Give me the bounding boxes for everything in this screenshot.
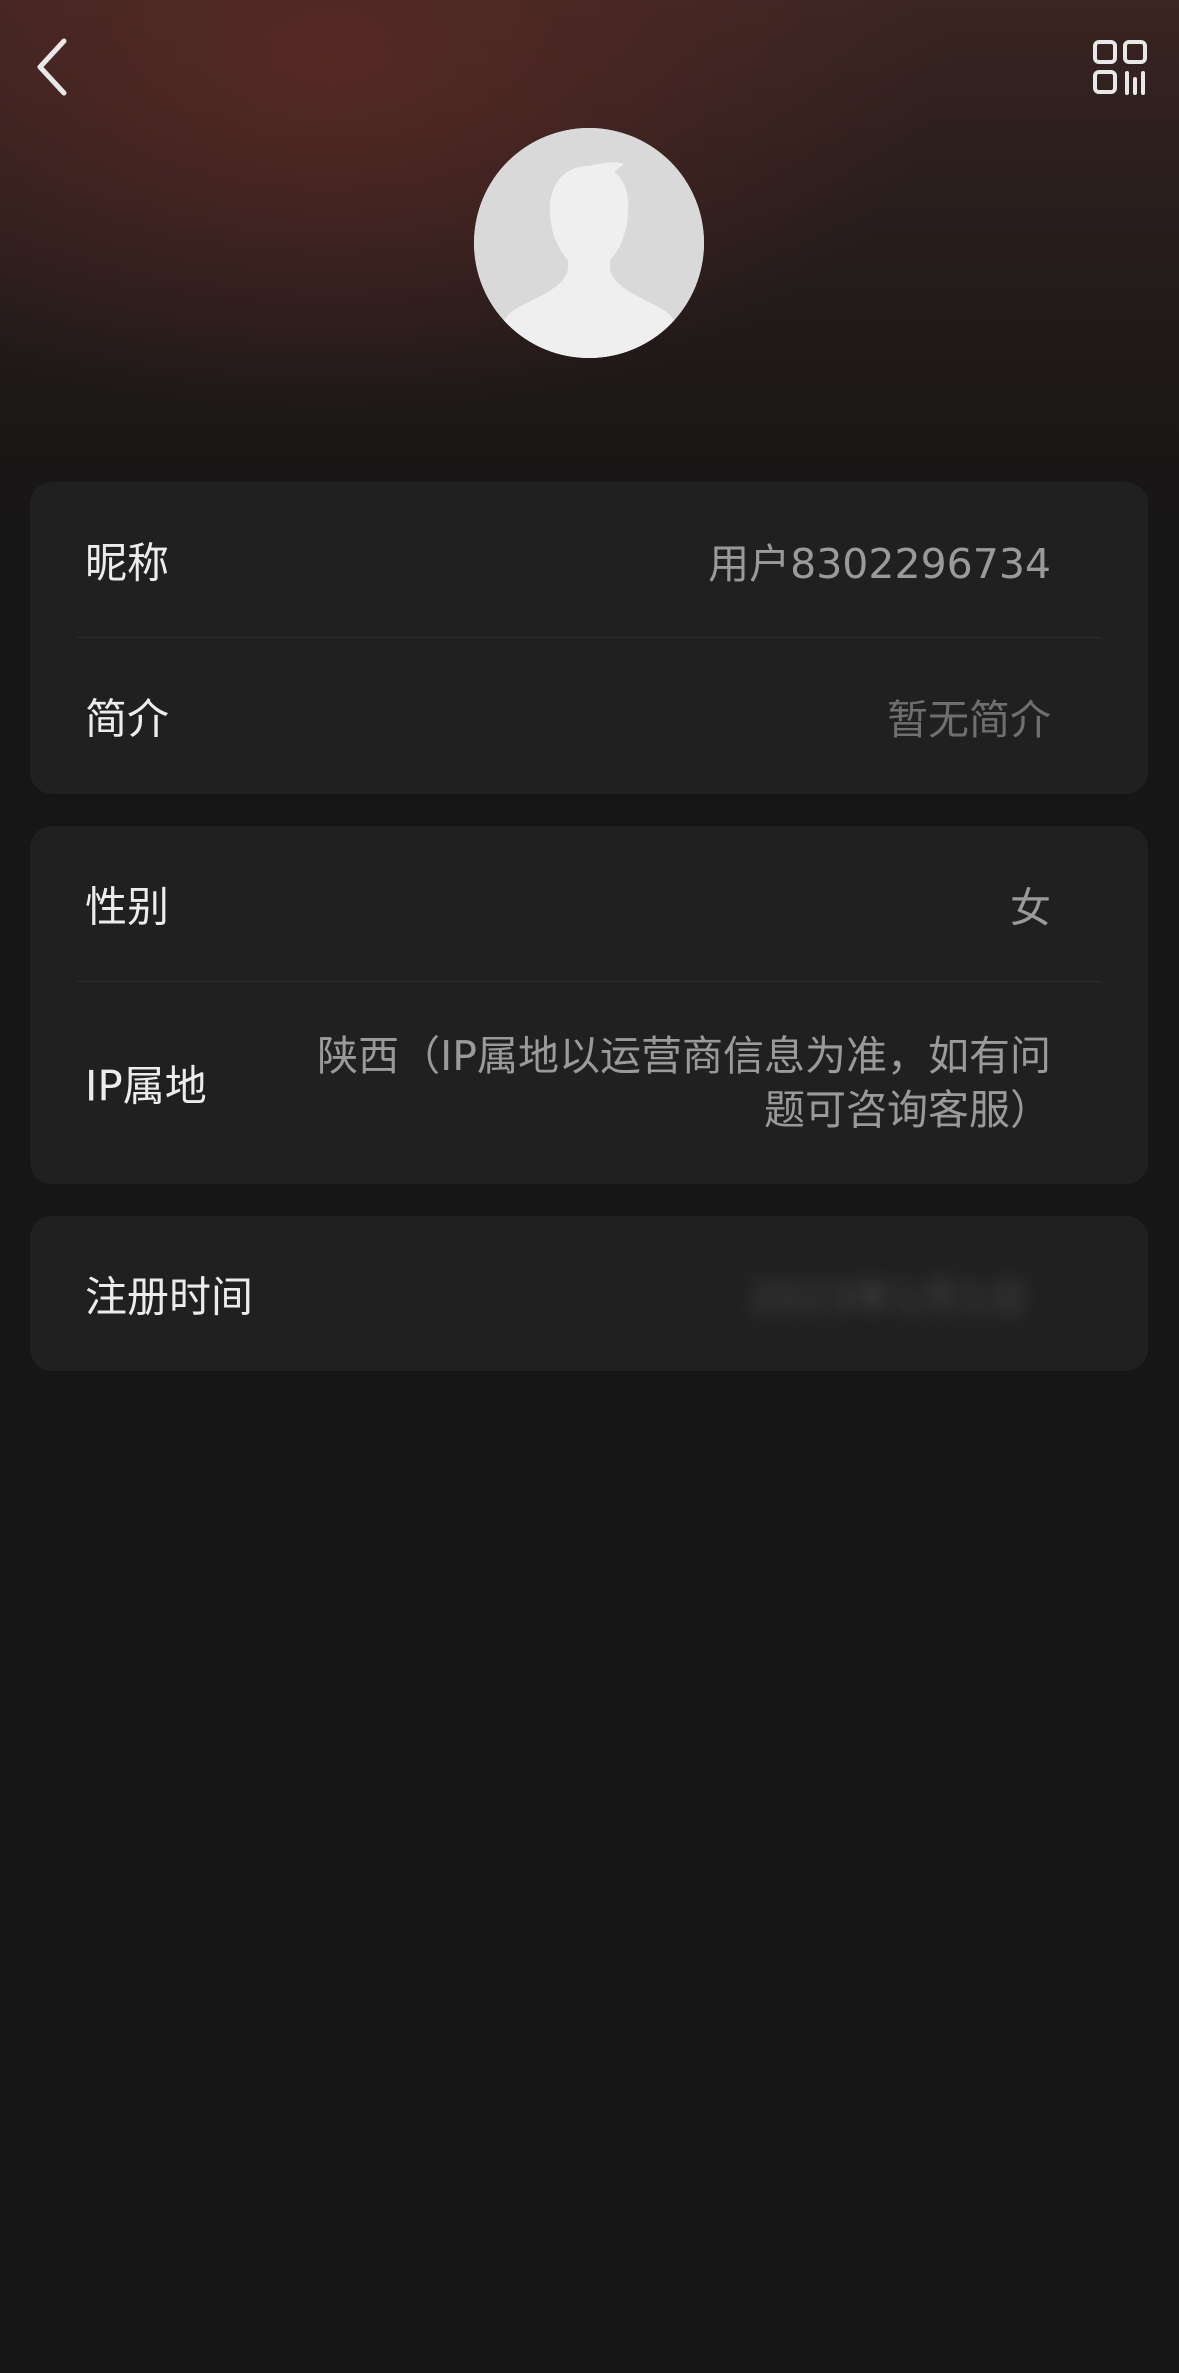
- avatar[interactable]: [474, 128, 704, 358]
- registration-card: 注册时间 2023年1月1日: [30, 1216, 1148, 1371]
- nickname-row[interactable]: 昵称 用户8302296734: [30, 482, 1148, 637]
- details-card: 性别 女 IP属地 陕西（IP属地以运营商信息为准，如有问题可咨询客服）: [30, 826, 1148, 1184]
- bio-row[interactable]: 简介 暂无简介: [30, 638, 1148, 794]
- gender-row[interactable]: 性别 女: [30, 826, 1148, 981]
- nickname-label: 昵称: [85, 538, 170, 587]
- chevron-left-icon: [37, 38, 67, 96]
- registration-row: 注册时间 2023年1月1日: [30, 1216, 1148, 1371]
- ip-location-row: IP属地 陕西（IP属地以运营商信息为准，如有问题可咨询客服）: [30, 982, 1148, 1184]
- qr-code-icon: [1093, 40, 1147, 95]
- back-button[interactable]: [22, 30, 82, 104]
- default-user-avatar-icon: [474, 128, 704, 358]
- bio-label: 简介: [85, 694, 170, 744]
- registration-label: 注册时间: [85, 1272, 254, 1321]
- qr-code-button[interactable]: [1087, 34, 1153, 100]
- registration-value: 2023年1月1日: [748, 1273, 1028, 1322]
- gender-label: 性别: [85, 882, 170, 931]
- ip-location-label: IP属地: [85, 1061, 207, 1111]
- gender-value: 女: [1010, 883, 1051, 932]
- ip-location-value: 陕西（IP属地以运营商信息为准，如有问题可咨询客服）: [317, 1032, 1051, 1134]
- nickname-value: 用户8302296734: [708, 539, 1051, 588]
- bio-value: 暂无简介: [887, 696, 1051, 744]
- basic-info-card: 昵称 用户8302296734 简介 暂无简介: [30, 482, 1148, 794]
